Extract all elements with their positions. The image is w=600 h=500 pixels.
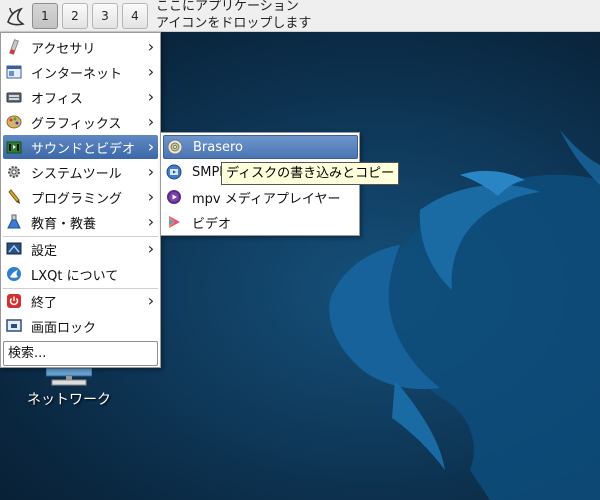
menu-item-programming[interactable]: プログラミング › xyxy=(3,185,158,209)
programming-icon xyxy=(6,189,22,205)
lxqt-icon xyxy=(6,266,22,282)
chevron-right-icon: › xyxy=(147,187,155,206)
internet-icon xyxy=(6,64,22,80)
chevron-right-icon: › xyxy=(147,62,155,81)
menu-item-accessories[interactable]: アクセサリ › xyxy=(3,35,158,59)
top-panel: 1 2 3 4 ここにアプリケーション アイコンをドロップします xyxy=(0,0,600,32)
submenu-item-label: ビデオ xyxy=(192,216,232,232)
desktop-number: 1 xyxy=(41,9,49,23)
menu-item-label: LXQt について xyxy=(31,268,119,284)
chevron-right-icon: › xyxy=(147,87,155,106)
desktop-number: 3 xyxy=(101,9,109,23)
menu-item-about-lxqt[interactable]: LXQt について xyxy=(3,262,158,286)
desktop-switch-1[interactable]: 1 xyxy=(32,3,58,29)
desktop-number: 2 xyxy=(71,9,79,23)
tooltip: ディスクの書き込みとコピー xyxy=(221,162,400,185)
lxqt-logo-icon xyxy=(7,7,25,26)
education-icon xyxy=(6,214,22,230)
submenu-item-brasero[interactable]: Brasero xyxy=(163,135,358,159)
sound-video-icon xyxy=(6,139,22,155)
desktop-icon-label[interactable]: ネットワーク xyxy=(10,389,128,409)
chevron-right-icon: › xyxy=(147,162,155,181)
menu-item-label: サウンドとビデオ xyxy=(31,141,136,157)
brasero-icon xyxy=(167,139,183,155)
menu-item-internet[interactable]: インターネット › xyxy=(3,60,158,84)
accessories-icon xyxy=(6,39,22,55)
menu-item-leave[interactable]: 終了 › xyxy=(3,289,158,313)
desktop-switch-3[interactable]: 3 xyxy=(92,3,118,29)
mpv-icon xyxy=(166,189,182,205)
quicklaunch-drop-area[interactable]: ここにアプリケーション アイコンをドロップします xyxy=(156,0,311,32)
menu-item-label: システムツール xyxy=(31,166,122,182)
graphics-icon xyxy=(6,114,22,130)
menu-item-settings[interactable]: 設定 › xyxy=(3,237,158,261)
menu-search-input[interactable]: 検索... xyxy=(3,341,158,366)
menu-item-label: オフィス xyxy=(31,91,83,107)
chevron-right-icon: › xyxy=(147,137,155,156)
submenu-item-video[interactable]: ビデオ xyxy=(163,210,358,234)
menu-item-label: プログラミング xyxy=(31,191,123,207)
menu-item-label: 画面ロック xyxy=(31,320,97,336)
network-icon[interactable] xyxy=(46,368,92,386)
submenu-item-label: Brasero xyxy=(193,139,244,155)
quicklaunch-hint-line1: ここにアプリケーション xyxy=(156,0,299,14)
menu-item-label: インターネット xyxy=(31,66,123,82)
chevron-right-icon: › xyxy=(147,37,155,56)
menu-item-graphics[interactable]: グラフィックス › xyxy=(3,110,158,134)
chevron-right-icon: › xyxy=(147,291,155,310)
desktop-number: 4 xyxy=(131,9,139,23)
application-menu: アクセサリ › インターネット › オフィス › グラフィックス › サウンドと… xyxy=(0,32,161,368)
menu-item-label: アクセサリ xyxy=(31,41,96,57)
menu-item-education[interactable]: 教育・教養 › xyxy=(3,210,158,234)
settings-icon xyxy=(6,241,22,257)
menu-item-office[interactable]: オフィス › xyxy=(3,85,158,109)
smplayer-icon xyxy=(166,164,182,180)
submenu-item-mpv[interactable]: mpv メディアプレイヤー xyxy=(163,185,358,209)
desktop-switch-4[interactable]: 4 xyxy=(122,3,148,29)
main-menu-button[interactable] xyxy=(2,2,28,30)
lock-screen-icon xyxy=(6,318,22,334)
menu-item-label: 教育・教養 xyxy=(31,216,97,232)
menu-item-lock-screen[interactable]: 画面ロック xyxy=(3,314,158,338)
quicklaunch-hint-line2: アイコンをドロップします xyxy=(156,16,312,31)
video-icon xyxy=(166,214,182,230)
submenu-item-label: mpv メディアプレイヤー xyxy=(192,191,341,207)
office-icon xyxy=(6,89,22,105)
search-placeholder: 検索... xyxy=(8,346,47,361)
menu-item-system-tools[interactable]: システムツール › xyxy=(3,160,158,184)
desktop-switch-2[interactable]: 2 xyxy=(62,3,88,29)
menu-item-label: 終了 xyxy=(31,295,58,311)
chevron-right-icon: › xyxy=(147,212,155,231)
chevron-right-icon: › xyxy=(147,239,155,258)
chevron-right-icon: › xyxy=(147,112,155,131)
menu-item-sound-video[interactable]: サウンドとビデオ › xyxy=(3,135,158,159)
menu-item-label: グラフィックス xyxy=(31,116,122,132)
power-icon xyxy=(6,293,22,309)
system-tools-icon xyxy=(6,164,22,180)
menu-item-label: 設定 xyxy=(31,243,58,259)
